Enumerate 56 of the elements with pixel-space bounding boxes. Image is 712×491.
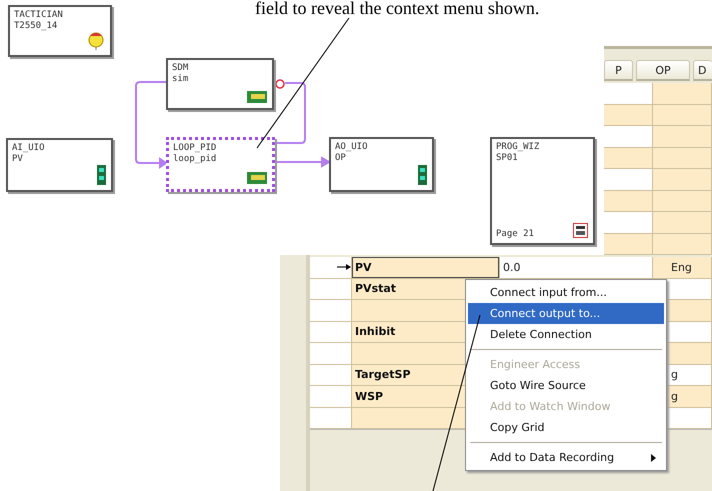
- menu-item[interactable]: Add to Data Recording: [468, 447, 664, 468]
- grid-cell: [604, 212, 653, 234]
- connection-arrow-icon: [337, 264, 351, 270]
- grid-cell: [604, 104, 653, 126]
- column-header[interactable]: OP: [636, 60, 690, 81]
- block-instance: PV: [12, 154, 23, 165]
- block-name: PROG_WIZ: [496, 142, 540, 153]
- parameter-unit-cell: Eng: [653, 257, 712, 278]
- io-module-icon: [97, 165, 106, 185]
- output-port-icon: [275, 79, 285, 89]
- column-header[interactable]: P: [604, 60, 633, 81]
- program-icon: [573, 223, 588, 238]
- column-header[interactable]: D: [693, 60, 712, 81]
- parameter-name-cell[interactable]: PV: [352, 257, 500, 278]
- grid-cell: [604, 190, 653, 212]
- wire: [275, 156, 332, 168]
- grid-cell: [653, 169, 712, 190]
- grid-cell: [604, 83, 653, 104]
- io-module-icon: [418, 165, 427, 185]
- grid-cell: [604, 234, 653, 255]
- block-instance: SP01: [496, 153, 518, 164]
- block-name: AO_UIO: [335, 142, 368, 153]
- grid-cell: [604, 169, 653, 190]
- grid-cell: [653, 83, 712, 104]
- block-name: SDM: [172, 63, 188, 74]
- block-instance: T2550_14: [14, 21, 58, 32]
- module-icon: [247, 172, 267, 184]
- grid-cell: [653, 126, 712, 148]
- function-block[interactable]: LOOP_PID loop_pid: [166, 137, 275, 192]
- smiley-face-icon: [87, 30, 105, 50]
- block-instance: OP: [335, 153, 346, 164]
- block-name: AI_UIO: [12, 143, 45, 154]
- grid-cell: [653, 148, 712, 169]
- block-name: LOOP_PID: [173, 143, 216, 154]
- grid-cell: [653, 190, 712, 212]
- block-instance: loop_pid: [173, 154, 216, 165]
- module-icon: [247, 91, 267, 103]
- block-name: TACTICIAN: [14, 10, 63, 21]
- menu-item[interactable]: Connect output to...: [468, 303, 664, 324]
- wire: [275, 82, 306, 144]
- grid-cell: [653, 104, 712, 126]
- grid-cell: [653, 212, 712, 234]
- function-block[interactable]: TACTICIAN T2550_14: [8, 5, 112, 57]
- menu-item[interactable]: Copy Grid: [468, 417, 664, 438]
- block-page-label: Page 21: [496, 229, 534, 240]
- function-block[interactable]: AI_UIO PV: [6, 138, 113, 192]
- function-block[interactable]: SDM sim: [166, 58, 274, 110]
- caption-text: field to reveal the context menu shown.: [255, 0, 540, 18]
- grid-cell: [604, 148, 653, 169]
- function-block[interactable]: PROG_WIZ SP01 Page 21: [490, 137, 595, 245]
- function-block[interactable]: AO_UIO OP: [329, 137, 434, 192]
- parameter-value-cell: 0.0: [500, 257, 653, 278]
- submenu-arrow-icon: [651, 454, 656, 462]
- grid-cell: [653, 234, 712, 255]
- grid-cell: [604, 126, 653, 148]
- block-instance: sim: [172, 74, 188, 85]
